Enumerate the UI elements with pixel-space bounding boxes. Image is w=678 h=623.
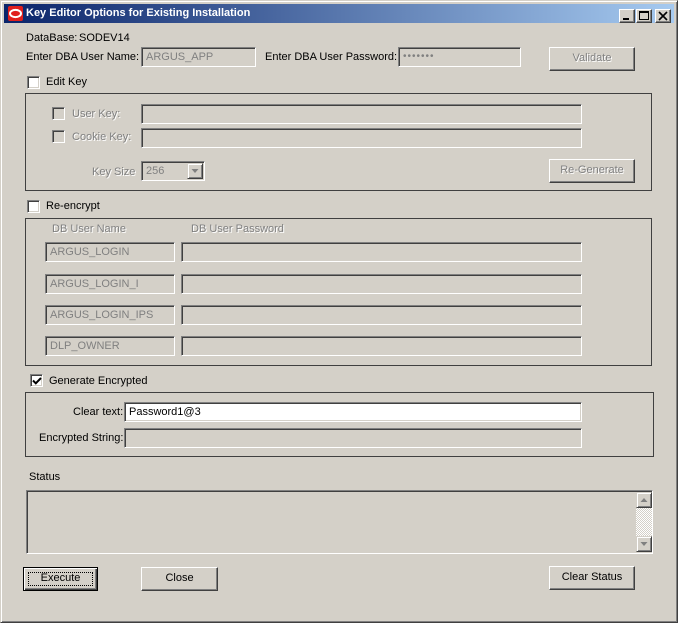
encrypted-string-field[interactable] xyxy=(124,428,582,448)
db-user-field[interactable]: ARGUS_LOGIN_IPS xyxy=(45,305,175,325)
re-encrypt-checkbox[interactable] xyxy=(27,200,40,213)
status-textarea[interactable] xyxy=(26,490,653,554)
db-user-name-header: DB User Name xyxy=(52,223,126,235)
clear-text-label: Clear text: xyxy=(73,406,124,418)
db-user-field[interactable]: ARGUS_LOGIN_I xyxy=(45,274,175,294)
minimize-icon xyxy=(623,18,629,20)
user-key-checkbox[interactable] xyxy=(52,107,65,120)
db-password-field[interactable] xyxy=(181,242,582,262)
maximize-icon xyxy=(639,11,649,20)
database-label: DataBase: xyxy=(26,32,78,44)
db-user-field[interactable]: DLP_OWNER xyxy=(45,336,175,356)
key-size-value: 256 xyxy=(146,165,165,177)
user-key-label: User Key: xyxy=(72,108,121,120)
dba-user-label: Enter DBA User Name: xyxy=(26,51,140,63)
checkmark-icon xyxy=(32,377,42,385)
minimize-button[interactable] xyxy=(619,9,635,23)
re-encrypt-label: Re-encrypt xyxy=(46,200,100,212)
scroll-down-button[interactable] xyxy=(636,536,652,552)
user-key-field[interactable] xyxy=(141,104,582,124)
execute-button[interactable]: Execute xyxy=(23,567,98,591)
db-user-password-header: DB User Password xyxy=(191,223,284,235)
cookie-key-label: Cookie Key: xyxy=(72,131,132,143)
key-size-label: Key Size xyxy=(92,166,136,178)
encrypted-string-label: Encrypted String: xyxy=(39,432,124,444)
scroll-up-button[interactable] xyxy=(636,492,652,508)
generate-encrypted-label: Generate Encrypted xyxy=(49,375,148,387)
status-label: Status xyxy=(29,471,61,483)
database-value: SODEV14 xyxy=(79,32,130,44)
chevron-down-icon xyxy=(191,169,199,173)
db-password-field[interactable] xyxy=(181,336,582,356)
db-password-field[interactable] xyxy=(181,274,582,294)
chevron-down-icon xyxy=(640,542,648,546)
regenerate-button[interactable]: Re-Generate xyxy=(549,159,635,183)
close-icon xyxy=(658,11,668,21)
oracle-app-icon xyxy=(8,6,23,21)
db-user-field[interactable]: ARGUS_LOGIN xyxy=(45,242,175,262)
close-window-button[interactable] xyxy=(655,9,671,23)
chevron-up-icon xyxy=(640,498,648,502)
db-password-field[interactable] xyxy=(181,305,582,325)
title-bar[interactable]: Key Editor Options for Existing Installa… xyxy=(4,4,674,23)
validate-button[interactable]: Validate xyxy=(549,47,635,71)
cookie-key-checkbox[interactable] xyxy=(52,130,65,143)
clear-text-input[interactable]: Password1@3 xyxy=(124,402,582,422)
generate-encrypted-checkbox[interactable] xyxy=(30,374,43,387)
edit-key-checkbox[interactable] xyxy=(27,76,40,89)
maximize-button[interactable] xyxy=(636,9,652,23)
dba-password-field[interactable]: ••••••• xyxy=(398,47,521,67)
dba-password-label: Enter DBA User Password: xyxy=(265,51,398,63)
dba-user-field[interactable]: ARGUS_APP xyxy=(141,47,256,67)
focus-rectangle xyxy=(28,572,93,586)
edit-key-label: Edit Key xyxy=(46,76,87,88)
dialog-window: Key Editor Options for Existing Installa… xyxy=(0,0,678,623)
clear-status-button[interactable]: Clear Status xyxy=(549,566,635,590)
key-size-dropdown-button[interactable] xyxy=(187,163,203,179)
window-title: Key Editor Options for Existing Installa… xyxy=(26,7,251,19)
cookie-key-field[interactable] xyxy=(141,128,582,148)
close-button[interactable]: Close xyxy=(141,567,218,591)
